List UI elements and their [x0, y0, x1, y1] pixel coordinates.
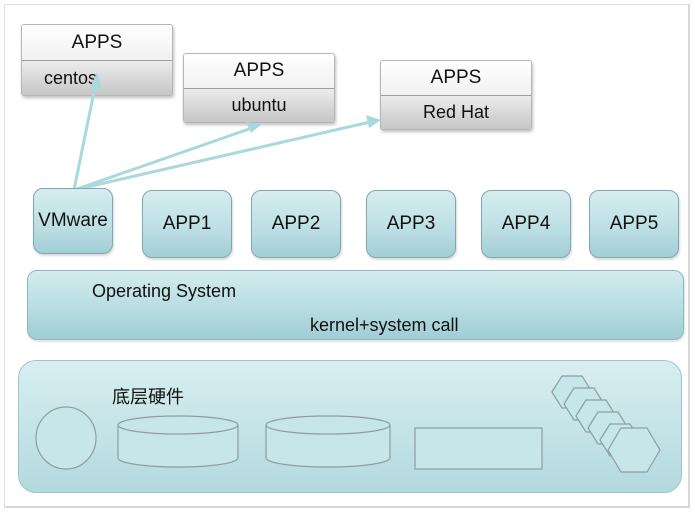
- hardware-cylinder-shape: [117, 415, 239, 468]
- hardware-cylinder-shape: [265, 415, 391, 468]
- hardware-rectangle-shape: [414, 427, 543, 470]
- hardware-circle-shape: [35, 406, 97, 470]
- hardware-hexagon-stack: [551, 375, 661, 473]
- hardware-shapes: [35, 375, 661, 473]
